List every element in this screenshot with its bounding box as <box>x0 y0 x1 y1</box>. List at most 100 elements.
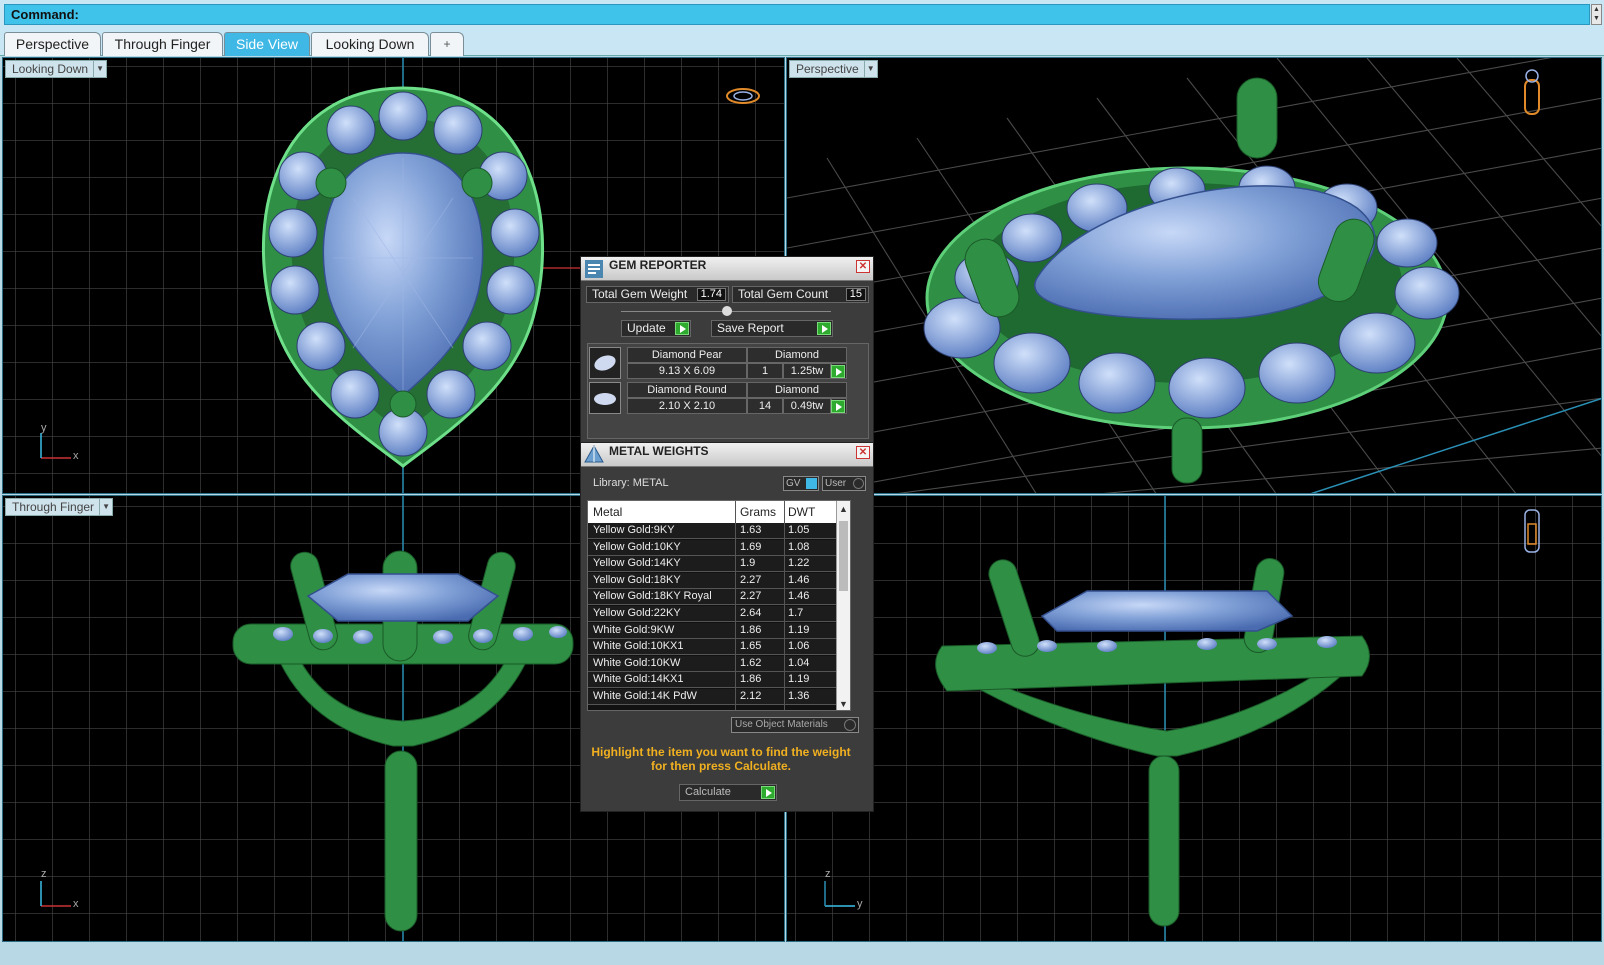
command-label: Command: <box>11 7 79 22</box>
viewport-side-view[interactable]: z y <box>786 495 1602 942</box>
use-object-materials-toggle[interactable]: Use Object Materials <box>731 717 859 733</box>
add-tab-button[interactable]: + <box>430 32 464 56</box>
gem-reporter-panel: GEM REPORTER ✕ Total Gem Weight 1.74 Tot… <box>580 256 874 444</box>
cell-dwt: 1.46 <box>788 573 810 586</box>
command-input[interactable]: Command: <box>4 4 1590 25</box>
cell-grams: 1.86 <box>740 673 762 686</box>
chevron-down-icon[interactable]: ▼ <box>838 698 849 710</box>
command-scroll-arrows[interactable]: ▲ ▼ <box>1591 4 1602 25</box>
tab-side-view[interactable]: Side View <box>224 32 310 56</box>
column-header-metal[interactable]: Metal <box>593 505 622 519</box>
cell-grams: 1.65 <box>740 640 762 653</box>
axis-z-label: z <box>825 868 831 880</box>
chevron-down-icon: ▼ <box>99 499 112 515</box>
cell-grams: 2.27 <box>740 573 762 586</box>
instruction-text: Highlight the item you want to find the … <box>591 745 851 773</box>
round-gem-icon <box>589 382 621 414</box>
tab-looking-down[interactable]: Looking Down <box>311 32 429 56</box>
table-row[interactable]: Yellow Gold:14KY 1.9 1.22 <box>588 556 838 573</box>
metal-weights-icon <box>584 444 604 463</box>
update-button[interactable]: Update <box>621 320 691 337</box>
library-label: Library: METAL <box>593 477 669 489</box>
toggle-indicator <box>844 719 856 731</box>
cell-metal: White Gold:10KW <box>593 656 681 669</box>
tab-perspective[interactable]: Perspective <box>4 32 101 56</box>
column-divider <box>784 501 785 710</box>
viewport-tab-bar: Perspective Through Finger Side View Loo… <box>0 30 1604 56</box>
user-label: User <box>825 478 847 489</box>
total-gem-weight: Total Gem Weight 1.74 <box>586 286 729 303</box>
cell-metal: White Gold:14K PdW <box>593 690 697 702</box>
pear-gem-icon <box>589 347 621 379</box>
play-icon <box>831 365 845 378</box>
table-row[interactable]: Yellow Gold:9KY 1.63 1.05 <box>588 523 838 539</box>
gem-material: Diamond <box>747 382 847 398</box>
cell-metal: Yellow Gold:14KY <box>593 557 681 570</box>
calculate-label: Calculate <box>685 786 731 798</box>
column-header-grams[interactable]: Grams <box>740 505 776 519</box>
axis-y-label: y <box>857 898 863 910</box>
viewport-menu-perspective[interactable]: Perspective ▼ <box>789 60 878 78</box>
viewport-menu-looking-down[interactable]: Looking Down ▼ <box>5 60 108 78</box>
cell-grams: 1.62 <box>740 656 762 669</box>
axis-y-label: y <box>41 422 47 434</box>
table-row[interactable]: Yellow Gold:18KY Royal 2.27 1.46 <box>588 589 838 606</box>
command-bar: Command: ▲ ▼ <box>0 0 1604 30</box>
use-object-materials-label: Use Object Materials <box>735 719 828 730</box>
user-toggle[interactable]: User <box>822 476 866 491</box>
tab-through-finger[interactable]: Through Finger <box>102 32 223 56</box>
gem-row[interactable]: Diamond Round Diamond 2.10 X 2.10 14 0.4… <box>589 382 847 416</box>
table-row[interactable]: White Gold:10KX1 1.65 1.06 <box>588 639 838 656</box>
cell-dwt: 1.36 <box>788 690 810 702</box>
cell-grams: 1.86 <box>740 623 762 636</box>
cell-metal: White Gold:9KW <box>593 623 675 636</box>
cell-grams: 1.69 <box>740 540 762 553</box>
cell-dwt: 1.7 <box>788 607 804 619</box>
cell-metal: Yellow Gold:9KY <box>593 524 675 536</box>
save-report-button[interactable]: Save Report <box>711 320 833 337</box>
view-orientation-icon <box>1524 69 1540 115</box>
table-row[interactable]: White Gold:10KW 1.62 1.04 <box>588 655 838 672</box>
cell-metal: Yellow Gold:18KY <box>593 573 681 586</box>
gv-label: GV <box>786 478 801 489</box>
play-icon <box>817 322 831 335</box>
splitter-handle[interactable] <box>722 306 732 316</box>
gem-detail-button[interactable] <box>831 363 847 379</box>
viewport-menu-through-finger[interactable]: Through Finger ▼ <box>5 498 114 516</box>
viewport-perspective[interactable]: Perspective ▼ <box>786 57 1602 494</box>
chevron-up-icon[interactable]: ▲ <box>838 503 849 515</box>
cell-dwt: 1.08 <box>788 540 810 553</box>
cell-dwt: 1.46 <box>788 590 810 603</box>
cell-grams: 2.12 <box>740 690 762 702</box>
scrollbar-thumb[interactable] <box>839 521 848 591</box>
cell-grams: 1.63 <box>740 524 762 536</box>
table-row[interactable]: Yellow Gold:22KY 2.64 1.7 <box>588 606 838 622</box>
cell-metal: Yellow Gold:22KY <box>593 607 681 619</box>
toggle-indicator <box>806 478 817 489</box>
gem-reporter-title: GEM REPORTER <box>609 258 707 272</box>
close-icon[interactable]: ✕ <box>856 260 870 273</box>
cell-dwt: 1.06 <box>788 640 810 653</box>
gem-reporter-titlebar: GEM REPORTER ✕ <box>581 257 873 281</box>
table-row[interactable]: White Gold:14KX1 1.86 1.19 <box>588 672 838 689</box>
table-row[interactable]: Yellow Gold:10KY 1.69 1.08 <box>588 539 838 556</box>
play-icon <box>675 322 689 335</box>
viewport-label: Through Finger <box>12 500 95 514</box>
gem-row[interactable]: Diamond Pear Diamond 9.13 X 6.09 1 1.25t… <box>589 347 847 381</box>
toggle-indicator <box>853 478 864 489</box>
column-divider <box>735 501 736 710</box>
column-header-dwt[interactable]: DWT <box>788 505 815 519</box>
table-scrollbar[interactable]: ▲ ▼ <box>836 501 850 710</box>
table-header: Metal Grams DWT <box>588 501 838 523</box>
calculate-button[interactable]: Calculate <box>679 784 777 801</box>
table-row[interactable]: Yellow Gold:18KY 2.27 1.46 <box>588 572 838 589</box>
cell-metal: Yellow Gold:18KY Royal <box>593 590 712 603</box>
close-icon[interactable]: ✕ <box>856 446 870 459</box>
cell-metal: White Gold:14KX1 <box>593 673 684 686</box>
gem-detail-button[interactable] <box>831 398 847 414</box>
update-label: Update <box>627 321 666 335</box>
cell-dwt: 1.04 <box>788 656 810 669</box>
gv-toggle[interactable]: GV <box>783 476 819 491</box>
table-row[interactable]: White Gold:14K PdW 2.12 1.36 <box>588 689 838 705</box>
table-row[interactable]: White Gold:9KW 1.86 1.19 <box>588 622 838 639</box>
